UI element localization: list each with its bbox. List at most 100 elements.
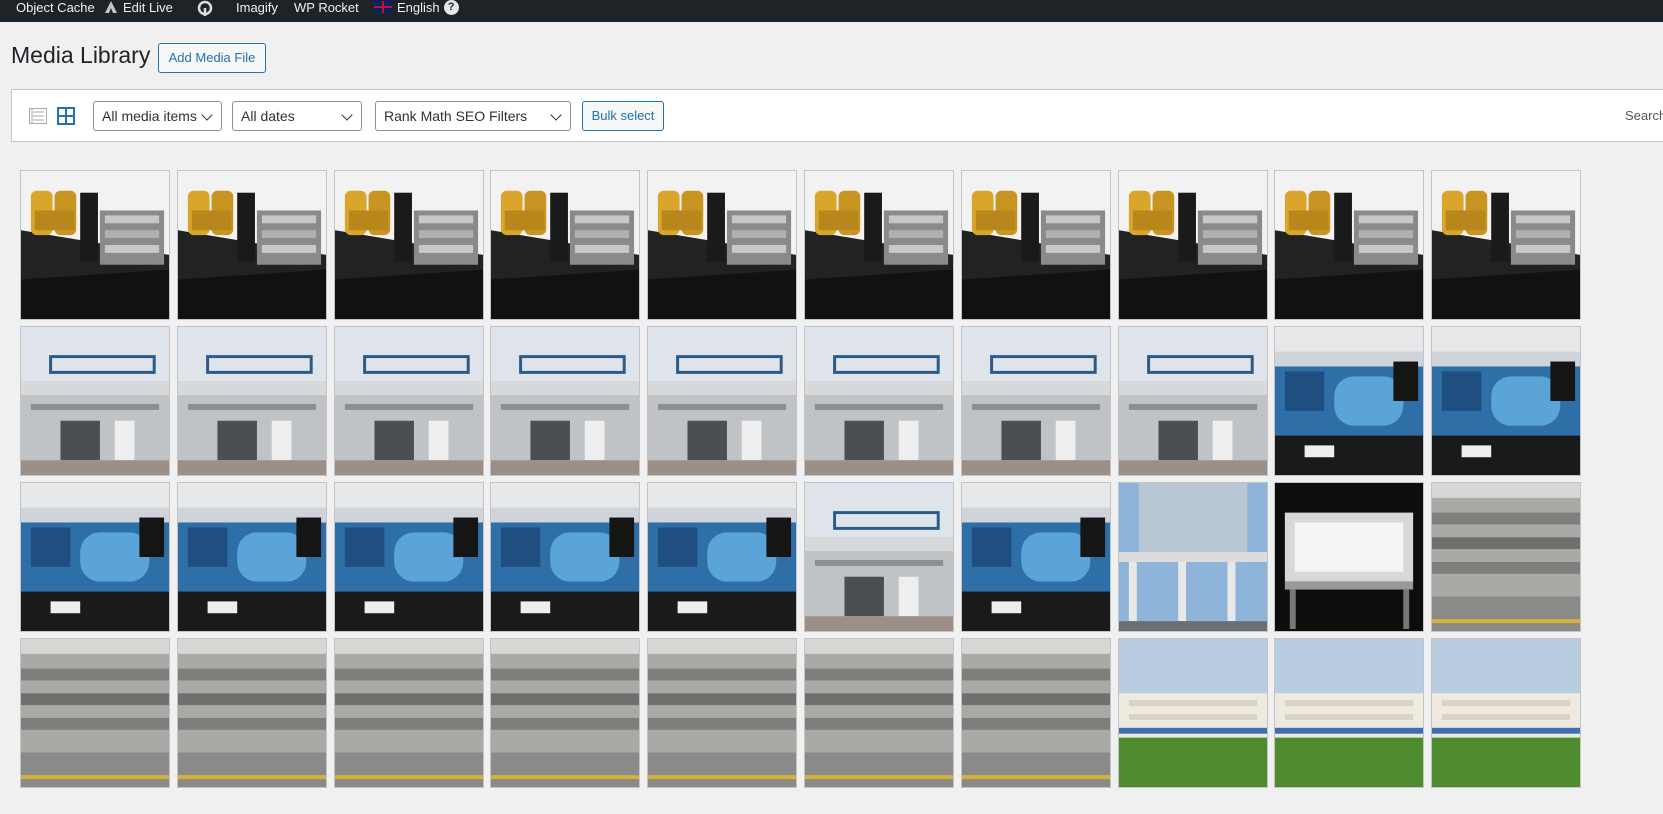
page-title: Media Library [11, 42, 151, 68]
adminbar-wp-rocket[interactable]: WP Rocket [294, 0, 359, 22]
building-thumbnail-image [1119, 327, 1267, 475]
media-thumbnail[interactable] [804, 170, 954, 320]
date-filter-value: All dates [241, 108, 295, 124]
media-thumbnail[interactable] [961, 326, 1111, 476]
media-thumbnail[interactable] [1431, 326, 1581, 476]
facility-thumbnail-image [805, 639, 953, 787]
building-thumbnail-image [491, 327, 639, 475]
engine-thumbnail-image [21, 483, 169, 631]
media-thumbnail[interactable] [647, 170, 797, 320]
media-thumbnail[interactable] [647, 482, 797, 632]
media-thumbnail[interactable] [177, 326, 327, 476]
media-thumbnail[interactable] [334, 170, 484, 320]
media-grid [20, 170, 1663, 814]
media-thumbnail[interactable] [1274, 326, 1424, 476]
media-thumbnail[interactable] [20, 482, 170, 632]
adminbar-object-cache-label: Object Cache [16, 0, 95, 15]
generator-thumbnail-image [962, 171, 1110, 319]
admin-bar: Object Cache Edit Live Imagify WP Rocket… [0, 0, 1663, 22]
hall-thumbnail-image [1275, 483, 1423, 631]
edit-live-icon [104, 0, 118, 17]
media-thumbnail[interactable] [490, 170, 640, 320]
facility-thumbnail-image [491, 639, 639, 787]
generator-thumbnail-image [1432, 171, 1580, 319]
media-thumbnail[interactable] [1431, 638, 1581, 788]
generator-thumbnail-image [21, 171, 169, 319]
facility-thumbnail-image [335, 639, 483, 787]
building-thumbnail-image [178, 327, 326, 475]
engine-thumbnail-image [962, 483, 1110, 631]
adminbar-edit-live[interactable]: Edit Live [104, 0, 173, 22]
media-thumbnail[interactable] [490, 638, 640, 788]
generator-thumbnail-image [648, 171, 796, 319]
building-thumbnail-image [648, 327, 796, 475]
media-thumbnail[interactable] [1118, 170, 1268, 320]
media-thumbnail[interactable] [334, 326, 484, 476]
rank-math-seo-filter-value: Rank Math SEO Filters [384, 108, 528, 124]
building-thumbnail-image [805, 483, 953, 631]
media-toolbar: All media items All dates Rank Math SEO … [11, 89, 1663, 142]
generator-thumbnail-image [1119, 171, 1267, 319]
containers-thumbnail-image [1119, 639, 1267, 787]
media-thumbnail[interactable] [20, 326, 170, 476]
facility-thumbnail-image [21, 639, 169, 787]
facility-thumbnail-image [178, 639, 326, 787]
adminbar-object-cache[interactable]: Object Cache [16, 0, 95, 22]
generator-thumbnail-image [1275, 171, 1423, 319]
media-thumbnail[interactable] [490, 326, 640, 476]
engine-thumbnail-image [178, 483, 326, 631]
media-thumbnail[interactable] [334, 482, 484, 632]
media-thumbnail[interactable] [1431, 170, 1581, 320]
media-thumbnail[interactable] [1431, 482, 1581, 632]
grid-view-icon[interactable] [57, 107, 75, 125]
media-thumbnail[interactable] [1274, 170, 1424, 320]
media-thumbnail[interactable] [1274, 638, 1424, 788]
list-view-icon[interactable] [29, 108, 47, 124]
media-thumbnail[interactable] [961, 638, 1111, 788]
media-thumbnail[interactable] [961, 170, 1111, 320]
media-thumbnail[interactable] [177, 482, 327, 632]
facility-thumbnail-image [962, 639, 1110, 787]
media-thumbnail[interactable] [1274, 482, 1424, 632]
rank-math-seo-filter[interactable]: Rank Math SEO Filters [375, 101, 571, 131]
media-thumbnail[interactable] [490, 482, 640, 632]
date-filter[interactable]: All dates [232, 101, 362, 131]
building-thumbnail-image [335, 327, 483, 475]
building-thumbnail-image [805, 327, 953, 475]
media-thumbnail[interactable] [1118, 326, 1268, 476]
rank-math-icon [197, 0, 213, 20]
adminbar-rank-math[interactable] [197, 0, 218, 22]
media-thumbnail[interactable] [1118, 638, 1268, 788]
media-thumbnail[interactable] [20, 638, 170, 788]
media-thumbnail[interactable] [334, 638, 484, 788]
chevron-down-icon [341, 109, 353, 121]
media-thumbnail[interactable] [647, 638, 797, 788]
media-thumbnail[interactable] [177, 638, 327, 788]
chevron-down-icon [550, 109, 562, 121]
media-thumbnail[interactable] [1118, 482, 1268, 632]
media-thumbnail[interactable] [647, 326, 797, 476]
media-thumbnail[interactable] [20, 170, 170, 320]
generator-thumbnail-image [491, 171, 639, 319]
adminbar-imagify-label: Imagify [236, 0, 278, 15]
structure-thumbnail-image [1119, 483, 1267, 631]
engine-thumbnail-image [1275, 327, 1423, 475]
engine-thumbnail-image [1432, 327, 1580, 475]
containers-thumbnail-image [1432, 639, 1580, 787]
media-type-filter[interactable]: All media items [93, 101, 222, 131]
building-thumbnail-image [962, 327, 1110, 475]
facility-thumbnail-image [1432, 483, 1580, 631]
media-thumbnail[interactable] [804, 482, 954, 632]
media-thumbnail[interactable] [961, 482, 1111, 632]
bulk-select-button[interactable]: Bulk select [582, 101, 664, 131]
adminbar-language[interactable]: English ? [374, 0, 459, 22]
generator-thumbnail-image [178, 171, 326, 319]
add-media-file-button[interactable]: Add Media File [158, 43, 266, 73]
search-label: Search [1625, 108, 1663, 123]
media-type-filter-value: All media items [102, 108, 197, 124]
help-icon[interactable]: ? [443, 0, 459, 15]
media-thumbnail[interactable] [804, 638, 954, 788]
media-thumbnail[interactable] [177, 170, 327, 320]
media-thumbnail[interactable] [804, 326, 954, 476]
adminbar-imagify[interactable]: Imagify [236, 0, 278, 22]
